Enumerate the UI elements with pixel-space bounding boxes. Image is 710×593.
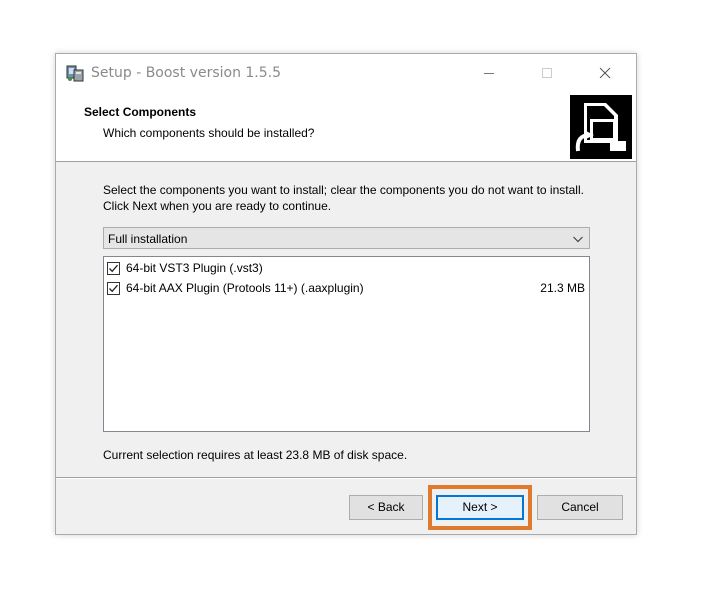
maximize-icon: [542, 68, 552, 78]
wizard-header: Select Components Which components shoul…: [56, 92, 636, 162]
checkmark-icon: [109, 284, 118, 293]
disk-space-text: Current selection requires at least 23.8…: [103, 448, 408, 462]
setup-app-icon: [65, 63, 85, 83]
minimize-icon: [484, 73, 494, 74]
vst3-checkbox[interactable]: [107, 262, 120, 275]
components-list[interactable]: 64-bit VST3 Plugin (.vst3) 64-bit AAX Pl…: [103, 256, 590, 432]
page-subtitle: Which components should be installed?: [103, 126, 315, 140]
aax-checkbox[interactable]: [107, 282, 120, 295]
window-title: Setup - Boost version 1.5.5: [91, 65, 282, 81]
component-item-aax[interactable]: 64-bit AAX Plugin (Protools 11+) (.aaxpl…: [104, 279, 589, 299]
minimize-button[interactable]: [466, 54, 512, 92]
component-label: 64-bit AAX Plugin (Protools 11+) (.aaxpl…: [126, 281, 364, 295]
back-button[interactable]: < Back: [349, 495, 423, 520]
installation-type-select[interactable]: Full installation: [103, 227, 590, 249]
component-size: 21.3 MB: [540, 281, 585, 295]
checkmark-icon: [109, 264, 118, 273]
close-icon: [599, 67, 611, 79]
installation-type-value: Full installation: [108, 232, 188, 246]
installer-logo-icon: [570, 95, 632, 159]
page-title: Select Components: [84, 105, 197, 119]
footer-divider: [56, 477, 636, 479]
component-item-vst3[interactable]: 64-bit VST3 Plugin (.vst3): [104, 259, 589, 279]
title-bar[interactable]: Setup - Boost version 1.5.5: [56, 54, 636, 92]
chevron-down-icon: [572, 233, 584, 247]
next-button-highlight: [428, 485, 532, 530]
instructions-text: Select the components you want to instal…: [103, 183, 584, 213]
component-label: 64-bit VST3 Plugin (.vst3): [126, 261, 263, 275]
setup-window: Setup - Boost version 1.5.5 Select Compo…: [55, 53, 637, 535]
close-button[interactable]: [582, 54, 628, 92]
cancel-button[interactable]: Cancel: [537, 495, 623, 520]
maximize-button[interactable]: [524, 54, 570, 92]
